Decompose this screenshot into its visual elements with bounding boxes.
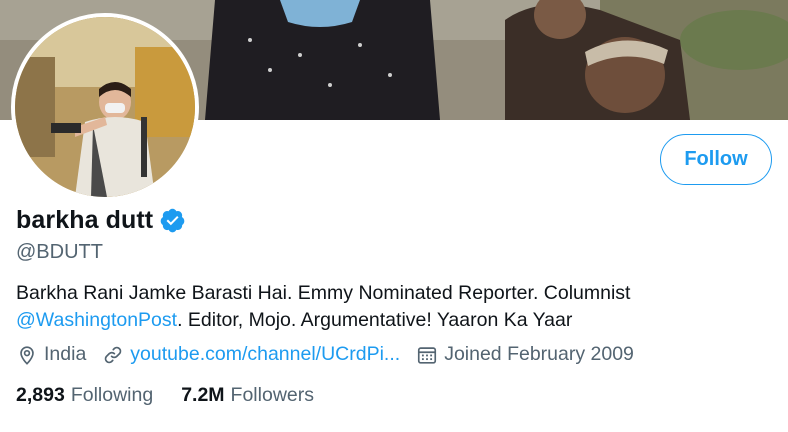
link-icon <box>105 346 122 363</box>
profile-handle: @BDUTT <box>16 241 103 263</box>
bio-text: . Editor, Mojo. Argumentative! Yaaron Ka… <box>177 309 573 331</box>
profile-location: India <box>16 343 86 366</box>
profile-name-row: barkha dutt <box>16 206 186 235</box>
followers-count: 7.2M <box>181 384 225 406</box>
profile-joined: Joined February 2009 <box>416 343 634 366</box>
profile-bio: Barkha Rani Jamke Barasti Hai. Emmy Nomi… <box>16 280 776 334</box>
website-link[interactable]: youtube.com/channel/UCrdPi... <box>130 343 400 366</box>
profile-website[interactable]: youtube.com/channel/UCrdPi... <box>102 343 400 366</box>
profile-meta-row: India youtube.com/channel/UCrdPi... Join… <box>16 343 650 366</box>
followers-stat-link[interactable]: 7.2M Followers <box>181 384 314 407</box>
verified-badge-icon[interactable] <box>159 207 186 234</box>
following-stat-link[interactable]: 2,893 Following <box>16 384 153 407</box>
following-count: 2,893 <box>16 384 65 406</box>
followers-label: Followers <box>230 384 314 406</box>
bio-mention-link[interactable]: @WashingtonPost <box>16 309 177 331</box>
profile-stats-row: 2,893 Following 7.2M Followers <box>16 384 342 407</box>
joined-text: Joined February 2009 <box>444 343 634 365</box>
calendar-icon <box>418 346 437 364</box>
location-pin-icon <box>20 345 34 365</box>
avatar-photo <box>15 17 195 197</box>
display-name: barkha dutt <box>16 206 154 234</box>
profile-avatar[interactable] <box>11 13 199 201</box>
location-text: India <box>44 343 87 365</box>
following-label: Following <box>70 384 154 406</box>
follow-button[interactable]: Follow <box>660 134 772 185</box>
bio-text: Barkha Rani Jamke Barasti Hai. Emmy Nomi… <box>16 282 631 304</box>
